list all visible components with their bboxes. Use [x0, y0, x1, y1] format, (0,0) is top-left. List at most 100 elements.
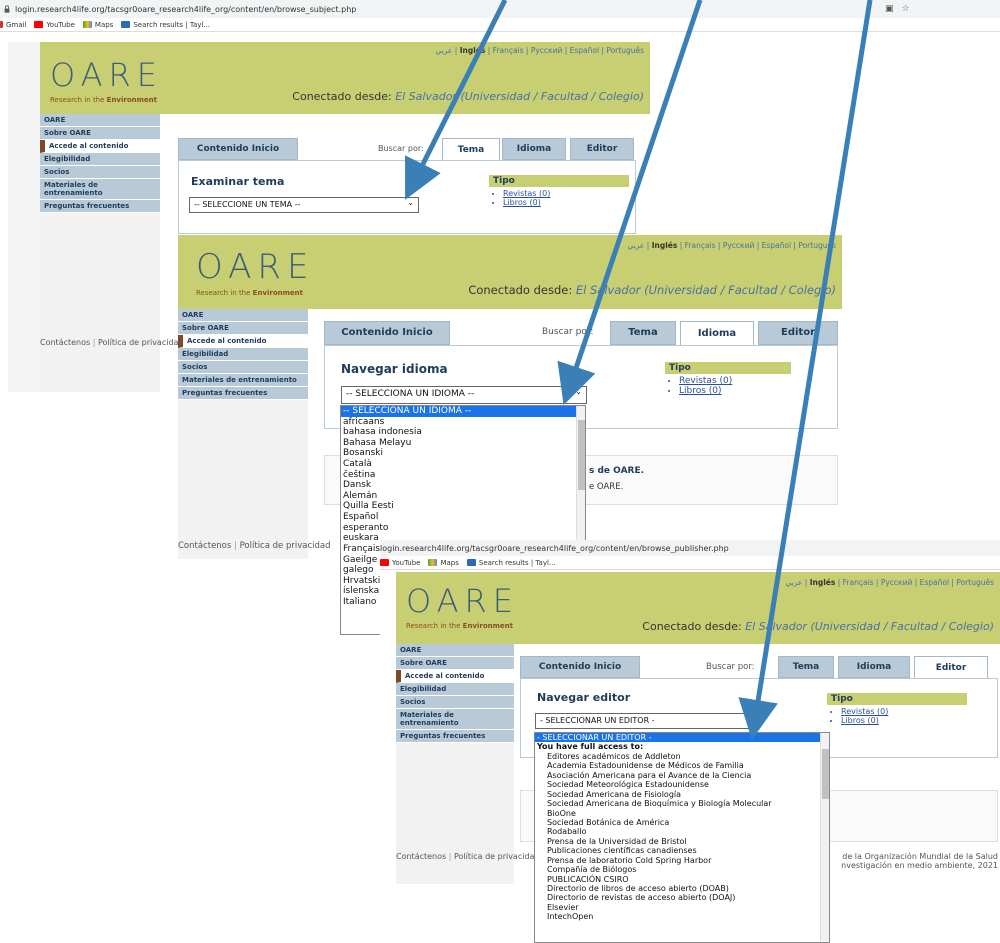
revistas-link[interactable]: Revistas (0): [679, 376, 791, 386]
tab-contenido-inicio[interactable]: Contenido Inicio: [178, 138, 298, 160]
sidebar-item-materiales[interactable]: Materiales de entrenamiento: [396, 709, 514, 730]
revistas-link[interactable]: Revistas (0): [503, 189, 629, 198]
tab-tema[interactable]: Tema: [778, 656, 834, 678]
dropdown-option[interactable]: PUBLICACIÓN CSIRO: [535, 875, 829, 884]
dropdown-option[interactable]: Sociedad Meteorológica Estadounidense: [535, 780, 829, 789]
sidebar-item-oare[interactable]: OARE: [396, 644, 514, 657]
dropdown-option[interactable]: Academia Estadounidense de Médicos de Fa…: [535, 761, 829, 770]
extension-icon[interactable]: ▣: [885, 4, 894, 14]
contact-link[interactable]: Contáctenos: [178, 541, 231, 551]
tab-editor[interactable]: Editor: [570, 138, 634, 160]
revistas-link[interactable]: Revistas (0): [841, 707, 967, 716]
libros-link[interactable]: Libros (0): [503, 198, 629, 207]
dropdown-option[interactable]: čeština: [341, 470, 585, 481]
bookmark-search[interactable]: Search results | Tayl...: [466, 559, 556, 567]
privacy-link[interactable]: Política de privacidad: [240, 541, 331, 551]
dropdown-option[interactable]: Sociedad Botánica de América: [535, 818, 829, 827]
sidebar-item-oare[interactable]: OARE: [40, 114, 160, 127]
dropdown-option[interactable]: Quilla Eesti: [341, 501, 585, 512]
sidebar-item-sobre[interactable]: Sobre OARE: [178, 322, 308, 335]
dropdown-option[interactable]: Asociación Americana para el Avance de l…: [535, 771, 829, 780]
dropdown-option[interactable]: Rodaballo: [535, 827, 829, 836]
dropdown-option[interactable]: Bosanski: [341, 448, 585, 459]
tab-contenido-inicio[interactable]: Contenido Inicio: [520, 656, 640, 678]
lang-ingles[interactable]: Inglés: [810, 578, 836, 587]
address-bar[interactable]: login.research4life.org/tacsgr0oare_rese…: [0, 0, 1000, 18]
bookmark-maps[interactable]: Maps: [82, 21, 113, 29]
bookmark-youtube[interactable]: YouTube: [34, 21, 75, 29]
dropdown-option[interactable]: bahasa indonesia: [341, 427, 585, 438]
dropdown-option[interactable]: Español: [341, 512, 585, 523]
bookmark-maps[interactable]: Maps: [428, 559, 459, 567]
dropdown-option[interactable]: Directorio de revistas de acceso abierto…: [535, 893, 829, 902]
sidebar-item-elegibilidad[interactable]: Elegibilidad: [396, 683, 514, 696]
dropdown-option[interactable]: Alemán: [341, 491, 585, 502]
dropdown-option[interactable]: IntechOpen: [535, 912, 829, 921]
lang-others[interactable]: | Français | Русский | Español | Portugu…: [488, 46, 644, 55]
dropdown-scrollbar[interactable]: [820, 733, 829, 942]
lang-others[interactable]: | Français | Русский | Español | Portugu…: [838, 578, 994, 587]
sidebar-item-elegibilidad[interactable]: Elegibilidad: [40, 153, 160, 166]
tab-idioma[interactable]: Idioma: [680, 321, 754, 347]
dropdown-option[interactable]: Sociedad Americana de Bioquímica y Biolo…: [535, 799, 829, 808]
dropdown-option[interactable]: -- SELECCIONA UN IDIOMA --: [341, 406, 585, 417]
dropdown-option[interactable]: Català: [341, 459, 585, 470]
dropdown-option[interactable]: Directorio de libros de acceso abierto (…: [535, 884, 829, 893]
subject-select[interactable]: -- SELECCIONE UN TEMA -- ⌄: [189, 197, 419, 213]
publisher-select[interactable]: - SELECCIONAR UN EDITOR - ⌄: [535, 713, 759, 729]
star-icon[interactable]: ☆: [902, 4, 910, 14]
sidebar-item-sobre[interactable]: Sobre OARE: [40, 127, 160, 140]
libros-link[interactable]: Libros (0): [841, 716, 967, 725]
sidebar-item-socios[interactable]: Socios: [40, 166, 160, 179]
scrollbar-thumb[interactable]: [822, 749, 829, 799]
dropdown-option[interactable]: BioOne: [535, 809, 829, 818]
contact-link[interactable]: Contáctenos: [396, 852, 446, 861]
bookmark-youtube[interactable]: YouTube: [380, 559, 420, 567]
scrollbar-thumb[interactable]: [578, 420, 585, 490]
sidebar-item-preguntas[interactable]: Preguntas frecuentes: [396, 730, 514, 743]
lang-others[interactable]: | Français | Русский | Español | Portugu…: [680, 241, 836, 250]
tab-editor[interactable]: Editor: [758, 321, 838, 345]
contact-link[interactable]: Contáctenos: [40, 338, 90, 347]
dropdown-option[interactable]: Editores académicos de Addleton: [535, 752, 829, 761]
privacy-link[interactable]: Política de privacidad: [454, 852, 540, 861]
dropdown-option[interactable]: Compañía de Biólogos: [535, 865, 829, 874]
sidebar-item-sobre[interactable]: Sobre OARE: [396, 657, 514, 670]
dropdown-option[interactable]: Elsevier: [535, 903, 829, 912]
language-select[interactable]: -- SELECCIONA UN IDIOMA -- ⌄: [341, 386, 587, 404]
sidebar-item-materiales[interactable]: Materiales de entrenamiento: [178, 374, 308, 387]
sidebar-item-accede[interactable]: Accede al contenido: [396, 670, 514, 683]
dropdown-option[interactable]: - SELECCIONAR UN EDITOR -: [535, 733, 829, 743]
sidebar-item-elegibilidad[interactable]: Elegibilidad: [178, 348, 308, 361]
dropdown-option[interactable]: Bahasa Melayu: [341, 438, 585, 449]
tab-tema[interactable]: Tema: [610, 321, 676, 345]
dropdown-option[interactable]: africaans: [341, 417, 585, 428]
dropdown-option[interactable]: Prensa de laboratorio Cold Spring Harbor: [535, 856, 829, 865]
libros-link[interactable]: Libros (0): [679, 386, 791, 396]
sidebar-item-socios[interactable]: Socios: [178, 361, 308, 374]
dropdown-option[interactable]: Dansk: [341, 480, 585, 491]
tab-tema[interactable]: Tema: [442, 138, 500, 162]
sidebar-item-preguntas[interactable]: Preguntas frecuentes: [178, 387, 308, 400]
tab-editor[interactable]: Editor: [914, 656, 988, 680]
sidebar-item-socios[interactable]: Socios: [396, 696, 514, 709]
sidebar-item-preguntas[interactable]: Preguntas frecuentes: [40, 200, 160, 213]
lang-arabic[interactable]: عربي: [435, 46, 452, 55]
sidebar-item-accede[interactable]: Accede al contenido: [40, 140, 160, 153]
dropdown-option[interactable]: Sociedad Americana de Fisiología: [535, 790, 829, 799]
tab-idioma[interactable]: Idioma: [838, 656, 910, 678]
sidebar-item-materiales[interactable]: Materiales de entrenamiento: [40, 179, 160, 200]
privacy-link[interactable]: Política de privacida: [98, 338, 178, 347]
lang-ingles[interactable]: Inglés: [460, 46, 486, 55]
dropdown-option[interactable]: esperanto: [341, 523, 585, 534]
tab-idioma[interactable]: Idioma: [502, 138, 566, 160]
address-bar[interactable]: login.research4life.org/tacsgr0oare_rese…: [380, 540, 1000, 556]
lang-ingles[interactable]: Inglés: [652, 241, 678, 250]
publisher-dropdown-list[interactable]: - SELECCIONAR UN EDITOR - You have full …: [534, 732, 830, 943]
dropdown-option[interactable]: Publicaciones científicas canadienses: [535, 846, 829, 855]
lang-arabic[interactable]: عربي: [785, 578, 802, 587]
bookmark-gmail[interactable]: Gmail: [0, 21, 26, 29]
bookmark-search[interactable]: Search results | Tayl...: [121, 21, 210, 29]
dropdown-option[interactable]: Prensa de la Universidad de Bristol: [535, 837, 829, 846]
sidebar-item-oare[interactable]: OARE: [178, 309, 308, 322]
